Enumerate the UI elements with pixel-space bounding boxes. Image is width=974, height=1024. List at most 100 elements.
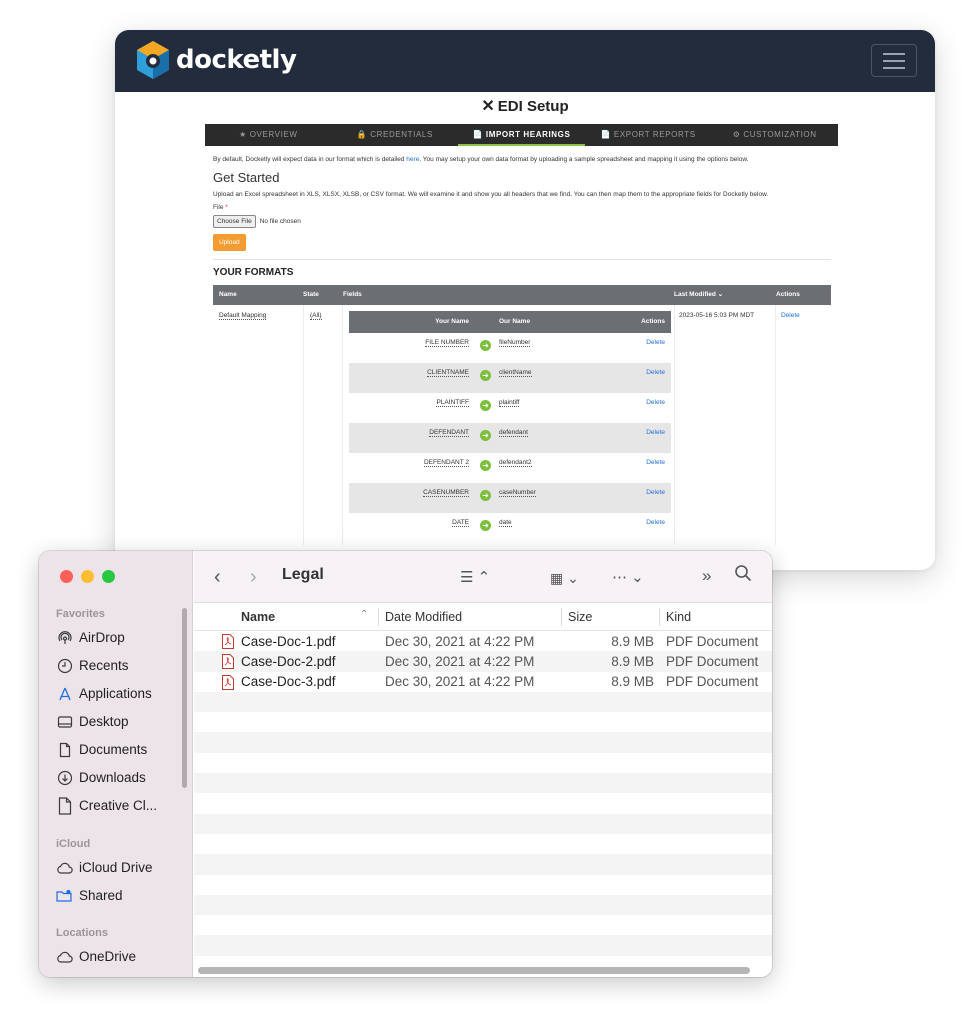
file-rows: Case-Doc-1.pdf Dec 30, 2021 at 4:22 PM 8… [194, 631, 772, 956]
arrow-right-icon: ➜ [480, 460, 491, 471]
group-icon[interactable]: ▦ ⌄ [550, 566, 579, 590]
airdrop-icon [56, 629, 73, 646]
tab-customization[interactable]: ⚙ CUSTOMIZATION [711, 124, 838, 146]
tab-credentials[interactable]: 🔒 CREDENTIALS [332, 124, 459, 146]
document-icon [56, 741, 73, 758]
applications-icon [56, 685, 73, 702]
file-row[interactable]: Case-Doc-1.pdf Dec 30, 2021 at 4:22 PM 8… [194, 631, 772, 651]
mapping-table-header: Your Name Our Name Actions [349, 311, 671, 333]
upload-button[interactable]: Upload [213, 234, 246, 251]
mapping-row: CLIENTNAME ➜ clientName Delete [349, 363, 671, 393]
file-row[interactable]: Case-Doc-3.pdf Dec 30, 2021 at 4:22 PM 8… [194, 672, 772, 692]
column-date-modified[interactable]: Date Modified [385, 610, 462, 624]
format-state[interactable]: (All) [310, 312, 322, 320]
tab-export-reports[interactable]: 📄 EXPORT REPORTS [585, 124, 712, 146]
finder-toolbar: ‹ › Legal ☰ ⌃ ▦ ⌄ ⋯ ⌄ » [194, 551, 772, 603]
sidebar-scrollbar[interactable] [182, 608, 187, 788]
formats-table-header: Name State Fields Last Modified ⌄ Action… [213, 285, 831, 305]
mapping-table: Your Name Our Name Actions FILE NUMBER ➜… [349, 311, 671, 543]
sort-last-modified[interactable]: Last Modified ⌄ [674, 285, 776, 305]
delete-mapping-link[interactable]: Delete [611, 393, 671, 423]
back-button[interactable]: ‹ [214, 565, 221, 589]
mapping-row: DEFENDANT 2 ➜ defendant2 Delete [349, 453, 671, 483]
file-input: Choose File No file chosen [213, 215, 831, 228]
tab-overview[interactable]: ★ OVERVIEW [205, 124, 332, 146]
menu-toggle-button[interactable] [871, 44, 917, 77]
file-label: File * [213, 204, 228, 211]
minimize-window-button[interactable] [81, 570, 94, 583]
sidebar-item-airdrop[interactable]: AirDrop [56, 629, 125, 646]
delete-format-link[interactable]: Delete [776, 305, 831, 545]
choose-file-button[interactable]: Choose File [213, 215, 256, 228]
no-file-text: No file chosen [259, 218, 301, 225]
more-actions-icon[interactable]: ⋯ ⌄ [612, 566, 644, 590]
list-view-icon[interactable]: ☰ ⌃ [460, 566, 490, 590]
folder-title: Legal [282, 566, 324, 583]
sidebar-item-applications[interactable]: Applications [56, 685, 152, 702]
sidebar-item-documents[interactable]: Documents [56, 741, 147, 758]
delete-mapping-link[interactable]: Delete [611, 333, 671, 363]
sidebar-item-icloud-drive[interactable]: iCloud Drive [56, 859, 153, 876]
pdf-icon [222, 654, 234, 670]
delete-mapping-link[interactable]: Delete [611, 483, 671, 513]
brand-name: docketly [176, 45, 297, 75]
delete-mapping-link[interactable]: Delete [611, 363, 671, 393]
divider [213, 259, 831, 260]
arrow-right-icon: ➜ [480, 490, 491, 501]
hamburger-icon [883, 52, 905, 55]
finder-sidebar: Favorites AirDrop Recents Applications D… [39, 551, 193, 977]
pdf-icon [222, 674, 234, 690]
field-mapping: Your Name Our Name Actions FILE NUMBER ➜… [343, 305, 674, 545]
zoom-window-button[interactable] [102, 570, 115, 583]
file-row[interactable]: Case-Doc-2.pdf Dec 30, 2021 at 4:22 PM 8… [194, 651, 772, 672]
delete-mapping-link[interactable]: Delete [611, 423, 671, 453]
column-size[interactable]: Size [568, 610, 592, 624]
search-icon[interactable] [734, 564, 752, 588]
arrow-right-icon: ➜ [480, 430, 491, 441]
arrow-right-icon: ➜ [480, 340, 491, 351]
locations-heading: Locations [56, 927, 108, 939]
page-title: ✕ EDI Setup [115, 96, 935, 116]
column-kind[interactable]: Kind [666, 610, 691, 624]
delete-mapping-link[interactable]: Delete [611, 453, 671, 483]
window-controls [60, 570, 115, 583]
close-window-button[interactable] [60, 570, 73, 583]
mapping-row: DATE ➜ date Delete [349, 513, 671, 543]
delete-mapping-link[interactable]: Delete [611, 513, 671, 543]
format-details-link[interactable]: here [406, 156, 419, 163]
file-list-header: Name ⌃ Date Modified Size Kind [194, 603, 772, 631]
overflow-chevron-icon[interactable]: » [702, 564, 711, 588]
mapping-row: DEFENDANT ➜ defendant Delete [349, 423, 671, 453]
pdf-icon [222, 634, 234, 649]
column-name[interactable]: Name [241, 610, 275, 624]
icloud-heading: iCloud [56, 838, 91, 850]
cloud-icon [56, 859, 73, 876]
clock-icon [56, 657, 73, 674]
last-modified-value: 2023-05-16 5:03 PM MDT [674, 305, 776, 545]
sidebar-item-recents[interactable]: Recents [56, 657, 129, 674]
tools-icon: ✕ [481, 98, 495, 115]
formats-heading: YOUR FORMATS [213, 267, 294, 278]
download-icon [56, 769, 73, 786]
table-row: Default Mapping (All) Your Name Our Name… [213, 305, 831, 545]
cloud-icon [56, 948, 73, 965]
horizontal-scrollbar[interactable] [198, 967, 750, 974]
import-content: By default, Docketly will expect data in… [213, 155, 831, 545]
file-list: Name ⌃ Date Modified Size Kind Case-Doc-… [194, 603, 772, 977]
sidebar-item-desktop[interactable]: Desktop [56, 713, 129, 730]
sidebar-item-downloads[interactable]: Downloads [56, 769, 146, 786]
shared-folder-icon [56, 887, 73, 904]
logo[interactable]: docketly [135, 40, 297, 80]
sidebar-item-onedrive[interactable]: OneDrive [56, 948, 136, 965]
intro-text: By default, Docketly will expect data in… [213, 156, 749, 163]
finder-window: Favorites AirDrop Recents Applications D… [39, 551, 772, 977]
format-name[interactable]: Default Mapping [219, 312, 267, 320]
mapping-row: CASENUMBER ➜ caseNumber Delete [349, 483, 671, 513]
tab-import-hearings[interactable]: 📄 IMPORT HEARINGS [458, 124, 585, 146]
mapping-row: FILE NUMBER ➜ fileNumber Delete [349, 333, 671, 363]
sidebar-item-creative-cloud[interactable]: Creative Cl... [56, 796, 157, 815]
arrow-right-icon: ➜ [480, 400, 491, 411]
settings-tabs: ★ OVERVIEW 🔒 CREDENTIALS 📄 IMPORT HEARIN… [205, 124, 838, 146]
sidebar-item-shared[interactable]: Shared [56, 887, 123, 904]
forward-button[interactable]: › [250, 565, 257, 589]
